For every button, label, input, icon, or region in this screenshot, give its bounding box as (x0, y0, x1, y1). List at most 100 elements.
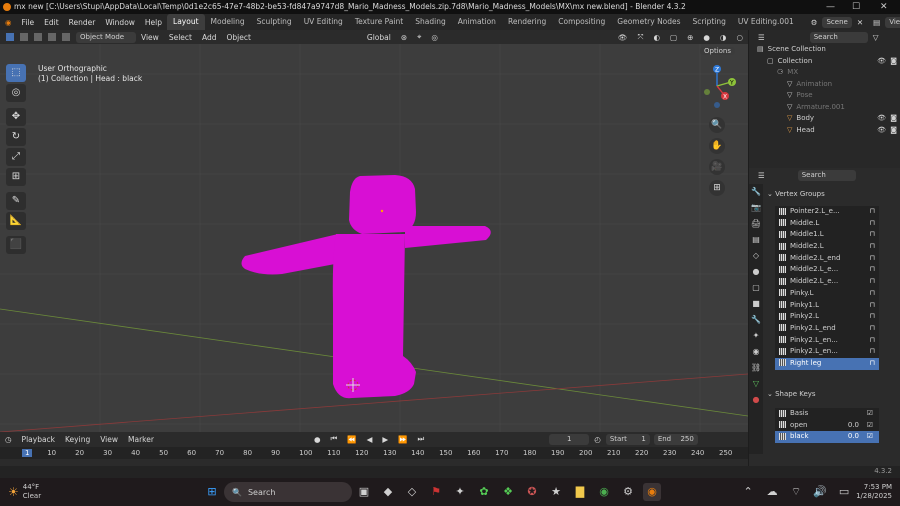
xray-icon[interactable]: ▢ (665, 33, 682, 42)
app-icon-2[interactable]: ◇ (403, 483, 421, 501)
overlay-icon[interactable]: ◐ (648, 33, 665, 42)
jump-start-icon[interactable]: ⏮ (326, 434, 343, 444)
tab-data-icon[interactable]: ▽ (749, 376, 763, 392)
outliner-item[interactable]: ▤ Scene Collection (749, 44, 900, 56)
taskbar-search[interactable]: 🔍 Search (224, 482, 352, 502)
blender-menu-icon[interactable]: ◉ (0, 18, 17, 27)
settings-icon[interactable]: ⚙ (619, 483, 637, 501)
properties-editor-icon[interactable]: ☰ (753, 171, 770, 180)
tab-geometry-nodes[interactable]: Geometry Nodes (611, 14, 686, 30)
lock-icon[interactable]: ⊓ (870, 218, 875, 230)
rotate-tool-icon[interactable]: ↻ (6, 128, 26, 146)
tab-world-icon[interactable]: ● (749, 264, 763, 280)
outliner-search[interactable]: Search (809, 31, 868, 43)
tab-scripting[interactable]: Scripting (687, 14, 732, 30)
viewport-menu-object[interactable]: Object (221, 33, 255, 42)
select-subtract-icon[interactable] (34, 33, 42, 41)
shading-wire-icon[interactable]: ⊕ (682, 33, 698, 42)
vertex-group-row[interactable]: Pinky2.L_end ⊓ (775, 323, 879, 335)
start-icon[interactable]: ⊞ (203, 483, 221, 501)
shape-key-checkbox[interactable]: ☑ (867, 408, 873, 420)
shape-key-checkbox[interactable]: ☑ (867, 420, 873, 432)
tray-arrow-icon[interactable]: ⌃ (739, 483, 757, 501)
tab-tool-icon[interactable]: 🔧 (749, 184, 763, 200)
outliner-filter-icon[interactable]: ▽ (868, 33, 884, 42)
clock[interactable]: 7:53 PM 1/28/2025 (856, 483, 892, 501)
select-tool-icon[interactable]: ⬚ (6, 64, 26, 82)
clock-icon[interactable]: ◴ (589, 435, 606, 444)
camera-view-icon[interactable]: 🎥 (709, 159, 725, 175)
app-icon-1[interactable]: ◆ (379, 483, 397, 501)
tab-particles-icon[interactable]: ✦ (749, 328, 763, 344)
move-tool-icon[interactable]: ✥ (6, 108, 26, 126)
tab-uv-editing[interactable]: UV Editing (298, 14, 349, 30)
blender-taskbar-icon[interactable]: ◉ (643, 483, 661, 501)
shape-key-value[interactable]: 0.0 (848, 431, 859, 443)
annotate-tool-icon[interactable]: ✎ (6, 192, 26, 210)
lock-icon[interactable]: ⊓ (870, 311, 875, 323)
transform-tool-icon[interactable]: ⊞ (6, 168, 26, 186)
lock-icon[interactable]: ⊓ (870, 346, 875, 358)
viewlayer-selector[interactable]: ViewLayer (885, 16, 900, 28)
vertex-group-row[interactable]: Right leg ⊓ (775, 357, 879, 370)
select-box-icon[interactable] (6, 33, 14, 41)
shape-key-row[interactable]: Basis ☑ (775, 408, 879, 420)
vertex-group-row[interactable]: Pinky2.L_en... ⊓ (775, 335, 879, 347)
visibility-eye-icon[interactable]: 👁 (877, 56, 886, 68)
lock-icon[interactable]: ⊓ (870, 288, 875, 300)
tab-texture-paint[interactable]: Texture Paint (349, 14, 409, 30)
end-frame-field[interactable]: End 250 (653, 433, 698, 445)
lock-icon[interactable]: ⊓ (870, 241, 875, 253)
axis-gizmo[interactable]: Z Y X (692, 60, 742, 110)
timeline-menu-marker[interactable]: Marker (123, 435, 159, 444)
menu-edit[interactable]: Edit (39, 18, 64, 27)
tab-layout[interactable]: Layout (167, 14, 205, 30)
shading-material-icon[interactable]: ◑ (715, 33, 732, 42)
jump-end-icon[interactable]: ⏭ (413, 434, 430, 444)
tab-modeling[interactable]: Modeling (205, 14, 251, 30)
vertex-group-row[interactable]: Middle2.L_e... ⊓ (775, 264, 879, 276)
outliner-item[interactable]: ▽ Animation (749, 79, 900, 91)
current-frame-field[interactable]: 1 (549, 433, 590, 445)
tab-physics-icon[interactable]: ◉ (749, 344, 763, 360)
wifi-icon[interactable]: ⌔ (787, 483, 805, 501)
vertex-groups-title[interactable]: ⌄ Vertex Groups (767, 190, 897, 202)
visibility-eye-icon[interactable]: 👁 (877, 113, 886, 125)
lock-icon[interactable]: ⊓ (870, 253, 875, 265)
select-invert-icon[interactable] (48, 33, 56, 41)
object-mode-dropdown[interactable]: Object Mode (76, 31, 136, 43)
viewport-options-button[interactable]: Options (700, 46, 736, 57)
visibility-eye-icon[interactable]: 👁 (877, 125, 886, 137)
task-view-icon[interactable]: ▣ (355, 483, 373, 501)
lock-icon[interactable]: ⊓ (870, 229, 875, 241)
render-camera-icon[interactable]: ◙ (890, 113, 897, 125)
start-frame-field[interactable]: Start 1 (605, 433, 650, 445)
3d-viewport[interactable] (0, 44, 748, 432)
select-intersect-icon[interactable] (62, 33, 70, 41)
render-camera-icon[interactable]: ◙ (890, 56, 897, 68)
viewport-menu-add[interactable]: Add (197, 33, 222, 42)
scene-close-icon[interactable]: ✕ (852, 18, 868, 27)
app-icon-4[interactable]: ✦ (451, 483, 469, 501)
tab-modifier-icon[interactable]: 🔧 (749, 312, 763, 328)
vertex-group-row[interactable]: Middle2.L_end ⊓ (775, 253, 879, 265)
lock-icon[interactable]: ⊓ (870, 206, 875, 218)
shading-rendered-icon[interactable]: ○ (731, 33, 748, 42)
transform-orientation-dropdown[interactable]: Global (362, 33, 396, 42)
vertex-group-row[interactable]: Pinky2.L ⊓ (775, 311, 879, 323)
viewport-menu-select[interactable]: Select (164, 33, 197, 42)
zoom-icon[interactable]: 🔍 (709, 117, 725, 133)
render-camera-icon[interactable]: ◙ (890, 125, 897, 137)
tab-constraint-icon[interactable]: ⛓ (749, 360, 763, 376)
lock-icon[interactable]: ⊓ (870, 335, 875, 347)
lock-icon[interactable]: ⊓ (870, 323, 875, 335)
tab-object-icon[interactable]: ■ (749, 296, 763, 312)
shape-key-checkbox[interactable]: ☑ (867, 431, 873, 443)
tab-scene-icon[interactable]: ◇ (749, 248, 763, 264)
timeline-menu-playback[interactable]: Playback (17, 435, 60, 444)
tab-compositing[interactable]: Compositing (552, 14, 611, 30)
vertex-group-row[interactable]: Pointer2.L_e... ⊓ (775, 206, 879, 218)
app-icon-6[interactable]: ❖ (499, 483, 517, 501)
app-icon-7[interactable]: ✪ (523, 483, 541, 501)
tab-output-icon[interactable]: 🖨 (749, 216, 763, 232)
